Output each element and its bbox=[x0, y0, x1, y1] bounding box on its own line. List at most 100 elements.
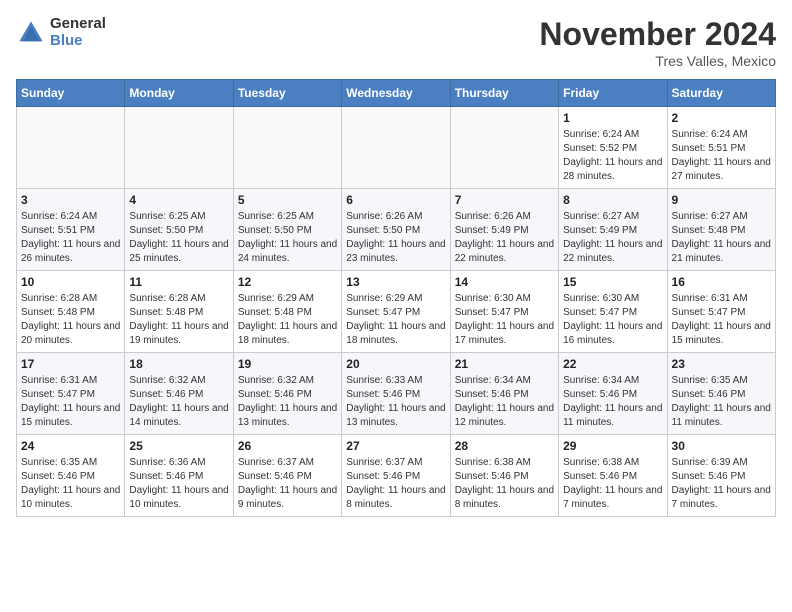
day-info: Sunrise: 6:39 AM Sunset: 5:46 PM Dayligh… bbox=[672, 456, 771, 512]
day-info: Sunrise: 6:37 AM Sunset: 5:46 PM Dayligh… bbox=[238, 456, 337, 512]
weekday-header: Wednesday bbox=[342, 80, 450, 107]
day-info: Sunrise: 6:25 AM Sunset: 5:50 PM Dayligh… bbox=[129, 210, 228, 266]
day-number: 7 bbox=[455, 193, 554, 207]
day-number: 29 bbox=[563, 439, 662, 453]
calendar-cell: 12 Sunrise: 6:29 AM Sunset: 5:48 PM Dayli… bbox=[233, 271, 341, 353]
day-number: 15 bbox=[563, 275, 662, 289]
day-info: Sunrise: 6:34 AM Sunset: 5:46 PM Dayligh… bbox=[455, 374, 554, 430]
calendar-cell: 4 Sunrise: 6:25 AM Sunset: 5:50 PM Daylig… bbox=[125, 189, 233, 271]
day-number: 23 bbox=[672, 357, 771, 371]
day-number: 8 bbox=[563, 193, 662, 207]
day-number: 13 bbox=[346, 275, 445, 289]
day-number: 1 bbox=[563, 111, 662, 125]
day-number: 17 bbox=[21, 357, 120, 371]
weekday-header: Monday bbox=[125, 80, 233, 107]
day-info: Sunrise: 6:35 AM Sunset: 5:46 PM Dayligh… bbox=[21, 456, 120, 512]
day-info: Sunrise: 6:24 AM Sunset: 5:52 PM Dayligh… bbox=[563, 128, 662, 184]
day-number: 18 bbox=[129, 357, 228, 371]
month-title: November 2024 bbox=[539, 16, 776, 53]
day-number: 24 bbox=[21, 439, 120, 453]
day-info: Sunrise: 6:29 AM Sunset: 5:48 PM Dayligh… bbox=[238, 292, 337, 348]
day-info: Sunrise: 6:32 AM Sunset: 5:46 PM Dayligh… bbox=[129, 374, 228, 430]
day-number: 30 bbox=[672, 439, 771, 453]
day-info: Sunrise: 6:38 AM Sunset: 5:46 PM Dayligh… bbox=[455, 456, 554, 512]
day-number: 10 bbox=[21, 275, 120, 289]
calendar-cell: 20Sunrise: 6:33 AM Sunset: 5:46 PM Dayli… bbox=[342, 353, 450, 435]
day-number: 12 bbox=[238, 275, 337, 289]
day-number: 25 bbox=[129, 439, 228, 453]
day-info: Sunrise: 6:35 AM Sunset: 5:46 PM Dayligh… bbox=[672, 374, 771, 430]
day-number: 14 bbox=[455, 275, 554, 289]
day-number: 9 bbox=[672, 193, 771, 207]
weekday-header: Friday bbox=[559, 80, 667, 107]
calendar-header-row: SundayMondayTuesdayWednesdayThursdayFrid… bbox=[17, 80, 776, 107]
day-number: 21 bbox=[455, 357, 554, 371]
day-info: Sunrise: 6:27 AM Sunset: 5:48 PM Dayligh… bbox=[672, 210, 771, 266]
calendar-cell: 10 Sunrise: 6:28 AM Sunset: 5:48 PM Dayli… bbox=[17, 271, 125, 353]
calendar-cell bbox=[342, 107, 450, 189]
day-info: Sunrise: 6:32 AM Sunset: 5:46 PM Dayligh… bbox=[238, 374, 337, 430]
calendar-table: SundayMondayTuesdayWednesdayThursdayFrid… bbox=[16, 79, 776, 517]
calendar-cell: 2Sunrise: 6:24 AM Sunset: 5:51 PM Daylig… bbox=[667, 107, 775, 189]
calendar-cell: 25Sunrise: 6:36 AM Sunset: 5:46 PM Dayli… bbox=[125, 435, 233, 517]
calendar-cell: 18 Sunrise: 6:32 AM Sunset: 5:46 PM Dayli… bbox=[125, 353, 233, 435]
weekday-header: Sunday bbox=[17, 80, 125, 107]
calendar-cell: 14Sunrise: 6:30 AM Sunset: 5:47 PM Dayli… bbox=[450, 271, 558, 353]
calendar-cell: 3 Sunrise: 6:24 AM Sunset: 5:51 PM Daylig… bbox=[17, 189, 125, 271]
calendar-week-row: 24 Sunrise: 6:35 AM Sunset: 5:46 PM Dayli… bbox=[17, 435, 776, 517]
calendar-cell: 28 Sunrise: 6:38 AM Sunset: 5:46 PM Dayli… bbox=[450, 435, 558, 517]
title-block: November 2024 Tres Valles, Mexico bbox=[539, 16, 776, 69]
calendar-cell: 8Sunrise: 6:27 AM Sunset: 5:49 PM Daylig… bbox=[559, 189, 667, 271]
logo: General Blue bbox=[16, 16, 106, 49]
calendar-cell bbox=[125, 107, 233, 189]
day-number: 27 bbox=[346, 439, 445, 453]
calendar-cell bbox=[450, 107, 558, 189]
day-info: Sunrise: 6:31 AM Sunset: 5:47 PM Dayligh… bbox=[21, 374, 120, 430]
calendar-cell: 19 Sunrise: 6:32 AM Sunset: 5:46 PM Dayli… bbox=[233, 353, 341, 435]
day-info: Sunrise: 6:24 AM Sunset: 5:51 PM Dayligh… bbox=[672, 128, 771, 184]
weekday-header: Tuesday bbox=[233, 80, 341, 107]
calendar-cell: 30 Sunrise: 6:39 AM Sunset: 5:46 PM Dayli… bbox=[667, 435, 775, 517]
day-number: 19 bbox=[238, 357, 337, 371]
day-number: 11 bbox=[129, 275, 228, 289]
weekday-header: Thursday bbox=[450, 80, 558, 107]
day-info: Sunrise: 6:24 AM Sunset: 5:51 PM Dayligh… bbox=[21, 210, 120, 266]
logo-blue-text: Blue bbox=[50, 33, 106, 50]
calendar-cell: 21 Sunrise: 6:34 AM Sunset: 5:46 PM Dayli… bbox=[450, 353, 558, 435]
day-info: Sunrise: 6:28 AM Sunset: 5:48 PM Dayligh… bbox=[21, 292, 120, 348]
calendar-week-row: 10 Sunrise: 6:28 AM Sunset: 5:48 PM Dayli… bbox=[17, 271, 776, 353]
day-number: 3 bbox=[21, 193, 120, 207]
location-text: Tres Valles, Mexico bbox=[539, 53, 776, 69]
day-info: Sunrise: 6:38 AM Sunset: 5:46 PM Dayligh… bbox=[563, 456, 662, 512]
calendar-cell: 29 Sunrise: 6:38 AM Sunset: 5:46 PM Dayli… bbox=[559, 435, 667, 517]
logo-text: General Blue bbox=[50, 16, 106, 49]
calendar-cell: 22Sunrise: 6:34 AM Sunset: 5:46 PM Dayli… bbox=[559, 353, 667, 435]
day-number: 5 bbox=[238, 193, 337, 207]
day-info: Sunrise: 6:30 AM Sunset: 5:47 PM Dayligh… bbox=[563, 292, 662, 348]
calendar-cell bbox=[17, 107, 125, 189]
calendar-cell: 13 Sunrise: 6:29 AM Sunset: 5:47 PM Dayli… bbox=[342, 271, 450, 353]
day-number: 22 bbox=[563, 357, 662, 371]
day-number: 28 bbox=[455, 439, 554, 453]
calendar-cell: 7Sunrise: 6:26 AM Sunset: 5:49 PM Daylig… bbox=[450, 189, 558, 271]
calendar-cell: 5Sunrise: 6:25 AM Sunset: 5:50 PM Daylig… bbox=[233, 189, 341, 271]
calendar-cell: 1 Sunrise: 6:24 AM Sunset: 5:52 PM Daylig… bbox=[559, 107, 667, 189]
day-info: Sunrise: 6:37 AM Sunset: 5:46 PM Dayligh… bbox=[346, 456, 445, 512]
calendar-cell: 15 Sunrise: 6:30 AM Sunset: 5:47 PM Dayli… bbox=[559, 271, 667, 353]
calendar-cell: 17 Sunrise: 6:31 AM Sunset: 5:47 PM Dayli… bbox=[17, 353, 125, 435]
calendar-cell: 11Sunrise: 6:28 AM Sunset: 5:48 PM Dayli… bbox=[125, 271, 233, 353]
calendar-cell: 24 Sunrise: 6:35 AM Sunset: 5:46 PM Dayli… bbox=[17, 435, 125, 517]
calendar-cell: 16Sunrise: 6:31 AM Sunset: 5:47 PM Dayli… bbox=[667, 271, 775, 353]
day-info: Sunrise: 6:26 AM Sunset: 5:50 PM Dayligh… bbox=[346, 210, 445, 266]
day-info: Sunrise: 6:29 AM Sunset: 5:47 PM Dayligh… bbox=[346, 292, 445, 348]
day-number: 26 bbox=[238, 439, 337, 453]
calendar-cell: 6 Sunrise: 6:26 AM Sunset: 5:50 PM Daylig… bbox=[342, 189, 450, 271]
calendar-cell bbox=[233, 107, 341, 189]
day-number: 6 bbox=[346, 193, 445, 207]
calendar-cell: 27 Sunrise: 6:37 AM Sunset: 5:46 PM Dayli… bbox=[342, 435, 450, 517]
day-number: 4 bbox=[129, 193, 228, 207]
calendar-week-row: 17 Sunrise: 6:31 AM Sunset: 5:47 PM Dayli… bbox=[17, 353, 776, 435]
calendar-week-row: 1 Sunrise: 6:24 AM Sunset: 5:52 PM Daylig… bbox=[17, 107, 776, 189]
day-number: 20 bbox=[346, 357, 445, 371]
calendar-week-row: 3 Sunrise: 6:24 AM Sunset: 5:51 PM Daylig… bbox=[17, 189, 776, 271]
